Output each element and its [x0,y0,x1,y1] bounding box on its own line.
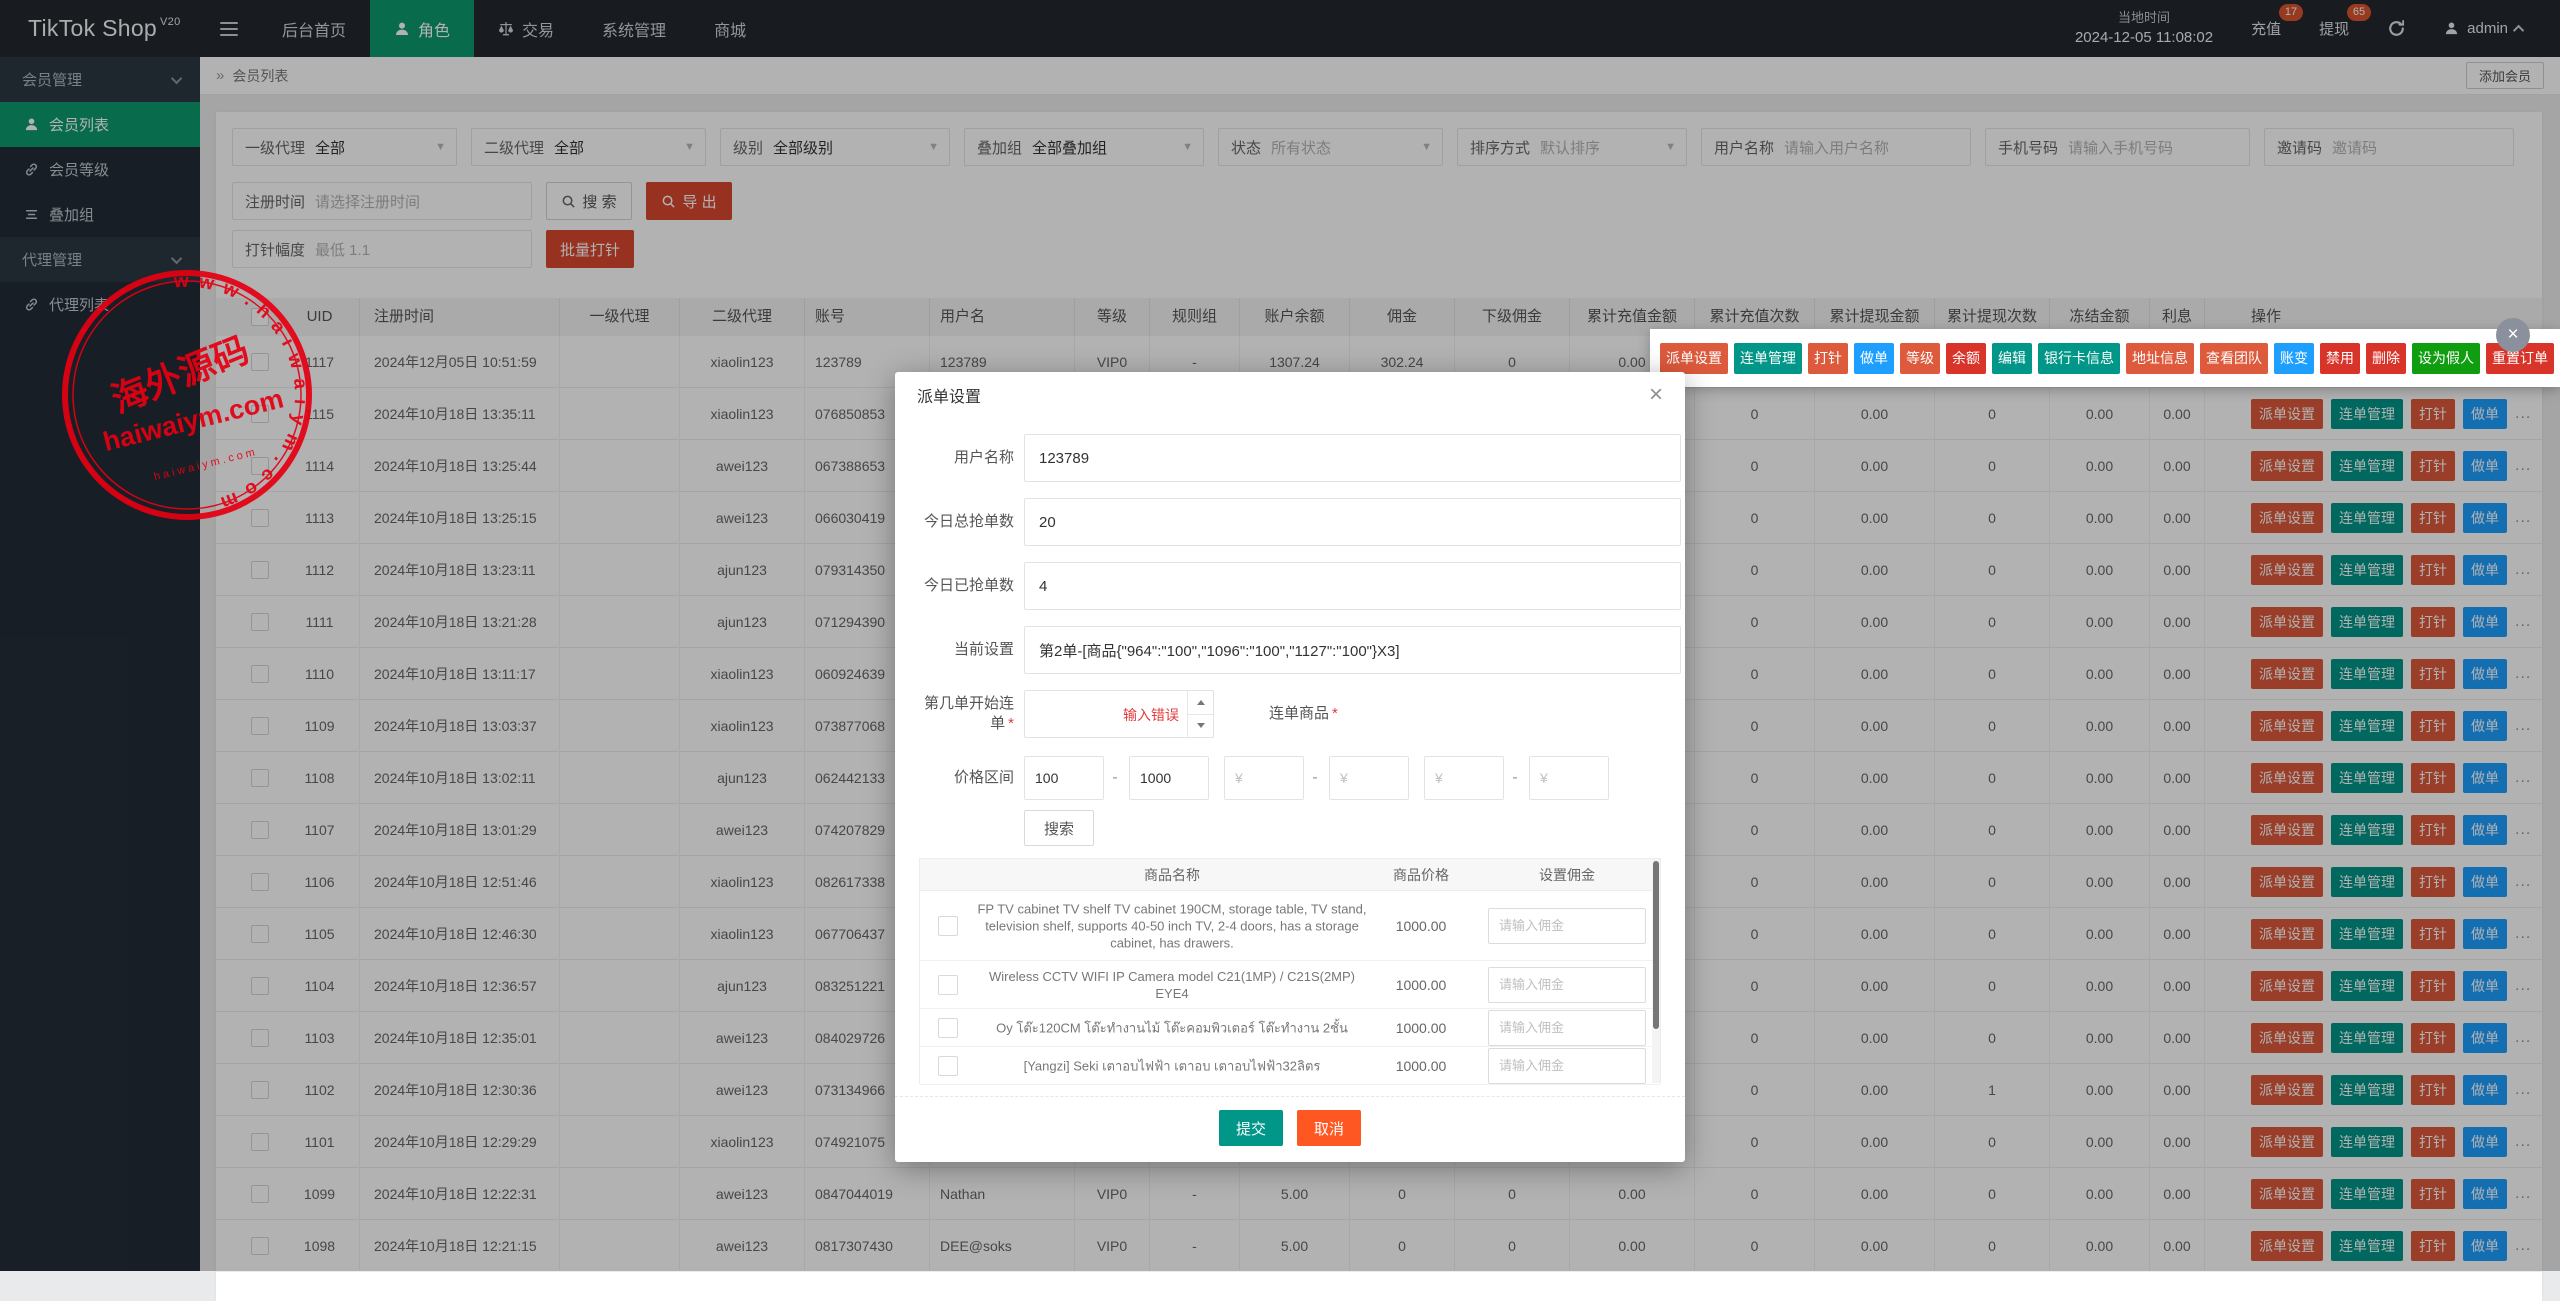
total-orders-label: 今日总抢单数 [919,498,1014,546]
goods-commission-input[interactable] [1488,1048,1646,1084]
action-button-等级[interactable]: 等级 [1900,343,1940,374]
cancel-button[interactable]: 取消 [1297,1110,1361,1146]
form-row-start-order: 第几单开始连单* 输入错误 连单商品* [919,690,1661,738]
goods-row: Wireless CCTV WIFI IP Camera model C21(1… [920,961,1660,1009]
done-orders-field[interactable] [1024,562,1681,610]
username-field[interactable] [1024,434,1681,482]
modal-divider [895,1096,1685,1097]
price-min-3[interactable] [1424,756,1504,800]
goods-commission-input[interactable] [1488,1010,1646,1046]
start-order-label: 第几单开始连单* [919,694,1014,734]
price-dash: - [1506,756,1524,800]
goods-checkbox[interactable] [938,975,958,995]
start-order-field[interactable]: 输入错误 [1024,690,1214,738]
done-orders-label: 今日已抢单数 [919,562,1014,610]
price-dash: - [1306,756,1324,800]
price-min-1[interactable] [1024,756,1104,800]
action-button-银行卡信息[interactable]: 银行卡信息 [2038,343,2120,374]
goods-checkbox[interactable] [938,916,958,936]
form-row-done-orders: 今日已抢单数 [919,562,1661,610]
username-label: 用户名称 [919,434,1014,482]
price-dash: - [1106,756,1124,800]
goods-name: Oy โต๊ะ120CM โต๊ะทำงานไม้ โต๊ะคอมพิวเตอร… [976,1019,1368,1036]
form-row-current-setting: 当前设置 [919,626,1661,674]
price-max-2[interactable] [1329,756,1409,800]
goods-commission-header: 设置佣金 [1474,859,1660,891]
modal-header: 派单设置 × [895,372,1685,418]
goods-checkbox[interactable] [938,1018,958,1038]
goods-commission-input[interactable] [1488,908,1646,944]
action-button-删除[interactable]: 删除 [2366,343,2406,374]
goods-search-button[interactable]: 搜索 [1024,810,1094,846]
action-button-连单管理[interactable]: 连单管理 [1734,343,1802,374]
action-button-编辑[interactable]: 编辑 [1992,343,2032,374]
goods-name: FP TV cabinet TV shelf TV cabinet 190CM,… [976,900,1368,951]
input-error-text: 输入错误 [1123,691,1179,739]
goods-commission-input[interactable] [1488,967,1646,1003]
close-icon[interactable]: × [1649,383,1663,407]
action-button-禁用[interactable]: 禁用 [2320,343,2360,374]
row-actions-panel: 派单设置连单管理打针做单等级余额编辑银行卡信息地址信息查看团队账变禁用删除设为假… [1650,329,2560,387]
price-min-2[interactable] [1224,756,1304,800]
goods-price-header: 商品价格 [1368,859,1474,891]
form-row-total-orders: 今日总抢单数 [919,498,1661,546]
goods-table: 商品名称 商品价格 设置佣金 FP TV cabinet TV shelf TV… [919,858,1661,1084]
action-button-余额[interactable]: 余额 [1946,343,1986,374]
current-setting-field[interactable] [1024,626,1681,674]
price-max-3[interactable] [1529,756,1609,800]
chain-goods-label: 连单商品* [1269,690,1338,738]
goods-row: Oy โต๊ะ120CM โต๊ะทำงานไม้ โต๊ะคอมพิวเตอร… [920,1009,1660,1047]
goods-price: 1000.00 [1368,1020,1474,1036]
goods-name: [Yangzi] Seki เตาอบไฟฟ้า เตาอบ เตาอบไฟฟ้… [976,1057,1368,1074]
action-button-派单设置[interactable]: 派单设置 [1660,343,1728,374]
goods-row: FP TV cabinet TV shelf TV cabinet 190CM,… [920,891,1660,961]
submit-button[interactable]: 提交 [1219,1110,1283,1146]
action-button-设为假人[interactable]: 设为假人 [2412,343,2480,374]
action-button-查看团队[interactable]: 查看团队 [2200,343,2268,374]
required-asterisk: * [1008,715,1014,732]
spinner-up-icon[interactable] [1188,691,1213,715]
goods-scrollbar [1652,859,1660,1083]
modal-footer: 提交 取消 [895,1110,1685,1146]
required-asterisk: * [1332,705,1338,722]
goods-row: [Yangzi] Seki เตาอบไฟฟ้า เตาอบ เตาอบไฟฟ้… [920,1047,1660,1085]
goods-scrollbar-thumb[interactable] [1653,861,1659,1029]
goods-name: Wireless CCTV WIFI IP Camera model C21(1… [976,968,1368,1002]
goods-price: 1000.00 [1368,977,1474,993]
current-setting-label: 当前设置 [919,626,1014,674]
goods-name-header: 商品名称 [976,859,1368,891]
dispatch-settings-modal: 派单设置 × 用户名称 今日总抢单数 今日已抢单数 当前设置 第几单开始连单* … [895,372,1685,1162]
spinner-down-icon[interactable] [1188,715,1213,738]
price-range-label: 价格区间 [919,754,1014,802]
total-orders-field[interactable] [1024,498,1681,546]
price-max-1[interactable] [1129,756,1209,800]
form-row-username: 用户名称 [919,434,1661,482]
goods-table-header: 商品名称 商品价格 设置佣金 [920,859,1660,891]
modal-title: 派单设置 [917,383,981,407]
form-row-goods-search: 搜索 [919,810,1661,858]
close-panel-icon[interactable]: × [2496,318,2530,352]
action-button-打针[interactable]: 打针 [1808,343,1848,374]
number-spinner[interactable] [1187,691,1213,737]
action-button-地址信息[interactable]: 地址信息 [2126,343,2194,374]
goods-price: 1000.00 [1368,918,1474,934]
goods-price: 1000.00 [1368,1058,1474,1074]
form-row-price-range: 价格区间 - - - [919,754,1661,802]
goods-checkbox[interactable] [938,1056,958,1076]
action-button-做单[interactable]: 做单 [1854,343,1894,374]
action-button-账变[interactable]: 账变 [2274,343,2314,374]
